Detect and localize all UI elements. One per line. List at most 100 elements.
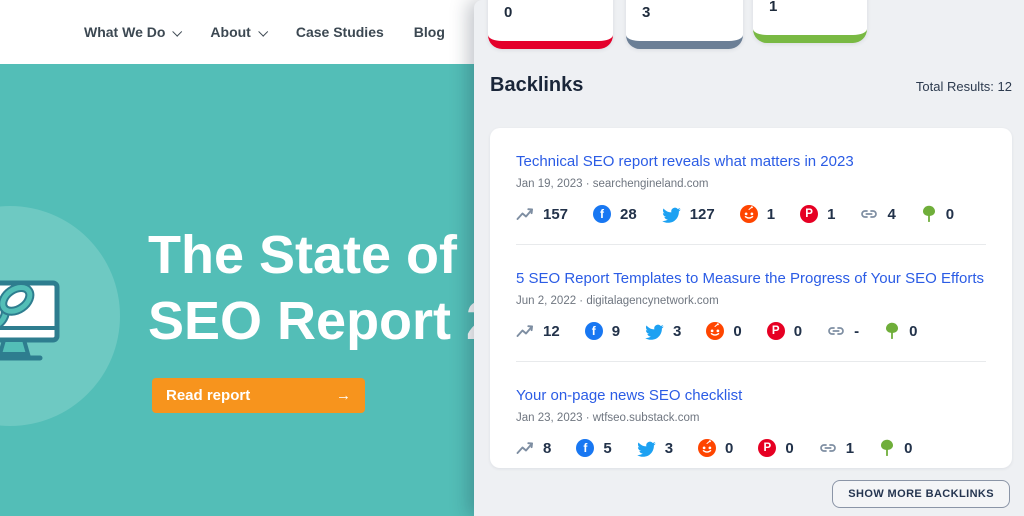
pinterest-metric: P 0	[758, 439, 793, 457]
stat-card-red[interactable]: 0	[488, 0, 613, 49]
link-icon	[827, 322, 845, 340]
pinterest-metric: P 0	[767, 322, 802, 340]
pinterest-count: 0	[785, 440, 793, 457]
backlink-entry: Technical SEO report reveals what matter…	[516, 128, 986, 245]
pinterest-metric: P 1	[800, 205, 835, 223]
nav-item-label: Case Studies	[296, 24, 384, 40]
pinterest-icon: P	[800, 205, 818, 223]
reddit-count: 0	[725, 440, 733, 457]
tree-count: 0	[909, 323, 917, 340]
tree-metric: 0	[921, 205, 954, 223]
twitter-icon	[645, 323, 664, 340]
facebook-count: 28	[620, 206, 637, 223]
twitter-metric: 3	[645, 323, 681, 340]
reddit-metric: 0	[698, 439, 733, 457]
facebook-icon: f	[593, 205, 611, 223]
tree-count: 0	[904, 440, 912, 457]
twitter-icon	[662, 206, 681, 223]
total-results: Total Results: 12	[916, 79, 1012, 94]
facebook-metric: f 28	[593, 205, 637, 223]
link-icon	[819, 439, 837, 457]
pinterest-count: 0	[794, 323, 802, 340]
backlink-entry: 5 SEO Report Templates to Measure the Pr…	[516, 245, 986, 362]
twitter-count: 127	[690, 206, 715, 223]
reddit-count: 0	[733, 323, 741, 340]
links-count: 4	[887, 206, 895, 223]
backlink-meta: Jun 2, 2022 · digitalagencynetwork.com	[516, 295, 986, 307]
links-count: 1	[846, 440, 854, 457]
chevron-down-icon	[173, 26, 183, 36]
trend-metric: 12	[516, 322, 560, 340]
nav-item-blog[interactable]: Blog	[414, 24, 445, 40]
stat-card-green[interactable]: 1	[753, 0, 867, 43]
trend-count: 12	[543, 323, 560, 340]
screen: What We Do About Case Studies Blog Conte…	[0, 0, 1024, 516]
trend-count: 157	[543, 206, 568, 223]
metrics-row: 8 f 5 3 0 P 0 1	[516, 439, 986, 457]
backlink-title-link[interactable]: Your on-page news SEO checklist	[516, 387, 742, 404]
trend-count: 8	[543, 440, 551, 457]
trend-line-icon	[516, 439, 534, 457]
nav-item-what-we-do[interactable]: What We Do	[84, 24, 180, 40]
backlinks-panel: 0 3 1 Backlinks Total Results: 12 Techni…	[474, 0, 1024, 516]
links-metric: -	[827, 322, 859, 340]
facebook-icon: f	[585, 322, 603, 340]
tree-count: 0	[946, 206, 954, 223]
chevron-down-icon	[258, 26, 268, 36]
nav-item-about[interactable]: About	[210, 24, 265, 40]
reddit-icon	[698, 439, 716, 457]
nav-item-label: About	[210, 24, 250, 40]
backlink-title-link[interactable]: Technical SEO report reveals what matter…	[516, 153, 854, 170]
reddit-metric: 1	[740, 205, 775, 223]
links-count: -	[854, 323, 859, 340]
twitter-count: 3	[665, 440, 673, 457]
tree-icon	[879, 439, 895, 457]
trend-line-icon	[516, 322, 534, 340]
twitter-count: 3	[673, 323, 681, 340]
arrow-right-icon: →	[336, 387, 351, 404]
facebook-count: 9	[612, 323, 620, 340]
backlink-meta: Jan 23, 2023 · wtfseo.substack.com	[516, 412, 986, 424]
trend-line-icon	[516, 205, 534, 223]
trend-metric: 8	[516, 439, 551, 457]
backlink-title-link[interactable]: 5 SEO Report Templates to Measure the Pr…	[516, 270, 984, 287]
nav-item-case-studies[interactable]: Case Studies	[296, 24, 384, 40]
tree-metric: 0	[879, 439, 912, 457]
twitter-metric: 3	[637, 440, 673, 457]
backlink-entry: Your on-page news SEO checklist Jan 23, …	[516, 362, 986, 478]
reddit-icon	[740, 205, 758, 223]
facebook-count: 5	[603, 440, 611, 457]
stat-value: 1	[769, 0, 867, 15]
links-metric: 1	[819, 439, 854, 457]
pinterest-icon: P	[758, 439, 776, 457]
backlink-meta: Jan 19, 2023 · searchengineland.com	[516, 178, 986, 190]
hero-title-line2: SEO Report 2	[148, 288, 496, 354]
show-more-backlinks-button[interactable]: SHOW MORE BACKLINKS	[832, 480, 1010, 508]
section-title: Backlinks	[490, 74, 583, 97]
tree-icon	[884, 322, 900, 340]
links-metric: 4	[860, 205, 895, 223]
monitor-link-illustration	[0, 278, 96, 370]
hero-title: The State of SEO Report 2	[148, 222, 496, 354]
link-icon	[860, 205, 878, 223]
stat-card-slate[interactable]: 3	[626, 0, 743, 49]
pinterest-icon: P	[767, 322, 785, 340]
facebook-icon: f	[576, 439, 594, 457]
tree-icon	[921, 205, 937, 223]
nav-item-label: Blog	[414, 24, 445, 40]
twitter-metric: 127	[662, 206, 715, 223]
nav-item-label: What We Do	[84, 24, 165, 40]
stat-value: 0	[504, 4, 613, 21]
reddit-metric: 0	[706, 322, 741, 340]
reddit-icon	[706, 322, 724, 340]
tree-metric: 0	[884, 322, 917, 340]
metrics-row: 12 f 9 3 0 P 0 -	[516, 322, 986, 340]
stat-value: 3	[642, 4, 743, 21]
metrics-row: 157 f 28 127 1 P 1 4	[516, 205, 986, 223]
twitter-icon	[637, 440, 656, 457]
panel-header: Backlinks Total Results: 12	[490, 74, 1012, 97]
backlinks-card: Technical SEO report reveals what matter…	[490, 128, 1012, 468]
read-report-button[interactable]: Read report →	[152, 378, 365, 413]
facebook-metric: f 5	[576, 439, 611, 457]
reddit-count: 1	[767, 206, 775, 223]
